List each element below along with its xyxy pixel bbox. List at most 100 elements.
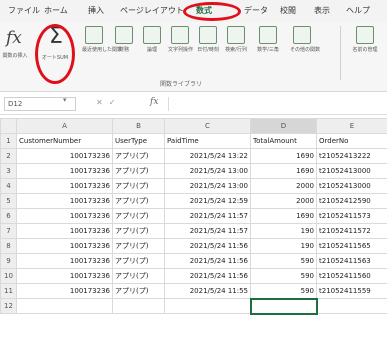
logical-button[interactable]: 論理 bbox=[140, 26, 164, 54]
cell[interactable]: t21052411565 bbox=[316, 238, 387, 254]
column-header-b[interactable]: B bbox=[112, 118, 165, 134]
tab-view[interactable]: 表示 bbox=[314, 5, 330, 16]
cell[interactable]: t21052411573 bbox=[316, 208, 387, 224]
cell[interactable] bbox=[316, 298, 387, 314]
cell[interactable]: 100173236 bbox=[16, 253, 113, 269]
cell[interactable]: アプリ(プ) bbox=[112, 223, 165, 239]
cell[interactable]: 100173236 bbox=[16, 223, 113, 239]
cell[interactable]: アプリ(プ) bbox=[112, 178, 165, 194]
row-header[interactable]: 1 bbox=[0, 133, 17, 149]
cell[interactable]: アプリ(プ) bbox=[112, 163, 165, 179]
row-header[interactable]: 3 bbox=[0, 163, 17, 179]
cell[interactable]: 2021/5/24 12:59 bbox=[164, 193, 251, 209]
cell[interactable]: アプリ(プ) bbox=[112, 148, 165, 164]
lookup-reference-button[interactable]: 検索/行列 bbox=[224, 26, 248, 54]
cell[interactable]: 2021/5/24 11:57 bbox=[164, 223, 251, 239]
cancel-icon[interactable]: ✕ bbox=[96, 98, 109, 107]
cell[interactable]: 2000 bbox=[250, 193, 317, 209]
cell[interactable]: 590 bbox=[250, 268, 317, 284]
math-trig-button[interactable]: 数学/三角 bbox=[256, 26, 280, 54]
row-header[interactable]: 9 bbox=[0, 253, 17, 269]
cell[interactable]: 1690 bbox=[250, 208, 317, 224]
cell[interactable]: 2021/5/24 11:55 bbox=[164, 283, 251, 299]
tab-home[interactable]: ホーム bbox=[44, 5, 68, 16]
row-header[interactable]: 11 bbox=[0, 283, 17, 299]
cell[interactable]: t21052413222 bbox=[316, 148, 387, 164]
row-header[interactable]: 10 bbox=[0, 268, 17, 284]
tab-help[interactable]: ヘルプ bbox=[346, 5, 370, 16]
tab-data[interactable]: データ bbox=[244, 5, 268, 16]
cell[interactable]: 2021/5/24 11:56 bbox=[164, 253, 251, 269]
column-header-d[interactable]: D bbox=[250, 118, 317, 134]
cell[interactable] bbox=[112, 298, 165, 314]
tab-page-layout[interactable]: ページレイアウト bbox=[120, 5, 184, 16]
cell[interactable] bbox=[164, 298, 251, 314]
cell[interactable]: 1690 bbox=[250, 148, 317, 164]
cell[interactable]: アプリ(プ) bbox=[112, 193, 165, 209]
cell[interactable]: 100173236 bbox=[16, 283, 113, 299]
cell[interactable]: t21052413000 bbox=[316, 178, 387, 194]
enter-icon[interactable]: ✓ bbox=[109, 98, 122, 107]
row-header[interactable]: 4 bbox=[0, 178, 17, 194]
name-manager-button[interactable]: 名前の管理 bbox=[350, 26, 380, 54]
cell[interactable]: 2021/5/24 11:56 bbox=[164, 238, 251, 254]
cell[interactable]: アプリ(プ) bbox=[112, 268, 165, 284]
cell[interactable]: 2021/5/24 13:22 bbox=[164, 148, 251, 164]
more-functions-button[interactable]: その他の関数 bbox=[290, 26, 320, 54]
active-cell[interactable] bbox=[249, 297, 318, 315]
cell[interactable]: t21052411572 bbox=[316, 223, 387, 239]
column-header-e[interactable]: E bbox=[316, 118, 387, 134]
cell[interactable]: 2000 bbox=[250, 178, 317, 194]
cell[interactable]: CustomerNumber bbox=[16, 133, 113, 149]
cell[interactable]: 2021/5/24 13:00 bbox=[164, 163, 251, 179]
financial-button[interactable]: 財務 bbox=[112, 26, 136, 54]
formula-input[interactable] bbox=[168, 97, 383, 111]
column-header-a[interactable]: A bbox=[16, 118, 113, 134]
cell[interactable]: アプリ(プ) bbox=[112, 208, 165, 224]
row-header[interactable]: 12 bbox=[0, 298, 17, 314]
cell[interactable]: アプリ(プ) bbox=[112, 238, 165, 254]
recent-functions-button[interactable]: 最近使用した関数 bbox=[82, 26, 122, 54]
cell[interactable]: UserType bbox=[112, 133, 165, 149]
row-header[interactable]: 2 bbox=[0, 148, 17, 164]
tab-insert[interactable]: 挿入 bbox=[88, 5, 104, 16]
cell[interactable]: 590 bbox=[250, 253, 317, 269]
cell[interactable]: 2021/5/24 11:57 bbox=[164, 208, 251, 224]
cell[interactable]: 190 bbox=[250, 223, 317, 239]
cell[interactable]: 2021/5/24 11:56 bbox=[164, 268, 251, 284]
cell[interactable]: 100173236 bbox=[16, 178, 113, 194]
cell[interactable]: アプリ(プ) bbox=[112, 253, 165, 269]
row-header[interactable]: 8 bbox=[0, 238, 17, 254]
cell[interactable]: 190 bbox=[250, 238, 317, 254]
text-functions-button[interactable]: 文字列操作 bbox=[168, 26, 193, 54]
cell[interactable]: t21052412590 bbox=[316, 193, 387, 209]
cell[interactable]: 100173236 bbox=[16, 148, 113, 164]
cell[interactable]: 100173236 bbox=[16, 208, 113, 224]
cell[interactable]: 1690 bbox=[250, 163, 317, 179]
dropdown-arrow-icon[interactable]: ▾ bbox=[63, 96, 67, 104]
cell[interactable]: t21052411559 bbox=[316, 283, 387, 299]
row-header[interactable]: 6 bbox=[0, 208, 17, 224]
cell[interactable] bbox=[16, 298, 113, 314]
cell[interactable]: PaidTime bbox=[164, 133, 251, 149]
fx-icon[interactable]: fx bbox=[150, 97, 158, 107]
date-time-button[interactable]: 日付/時刻 bbox=[196, 26, 220, 54]
tab-file[interactable]: ファイル bbox=[8, 5, 40, 16]
row-header[interactable]: 7 bbox=[0, 223, 17, 239]
cell[interactable]: 2021/5/24 13:00 bbox=[164, 178, 251, 194]
column-header-c[interactable]: C bbox=[164, 118, 251, 134]
tab-review[interactable]: 校閲 bbox=[280, 5, 296, 16]
row-header[interactable]: 5 bbox=[0, 193, 17, 209]
cell[interactable]: 100173236 bbox=[16, 163, 113, 179]
cell[interactable]: 590 bbox=[250, 283, 317, 299]
cell[interactable]: 100173236 bbox=[16, 238, 113, 254]
cell[interactable]: t21052413000 bbox=[316, 163, 387, 179]
cell[interactable]: t21052411560 bbox=[316, 268, 387, 284]
cell[interactable]: 100173236 bbox=[16, 193, 113, 209]
cell[interactable]: t21052411563 bbox=[316, 253, 387, 269]
insert-function-button[interactable]: 関数の挿入 bbox=[2, 50, 28, 60]
select-all-corner[interactable] bbox=[0, 118, 17, 134]
cell[interactable]: TotalAmount bbox=[250, 133, 317, 149]
cell[interactable]: 100173236 bbox=[16, 268, 113, 284]
cell[interactable]: OrderNo bbox=[316, 133, 387, 149]
